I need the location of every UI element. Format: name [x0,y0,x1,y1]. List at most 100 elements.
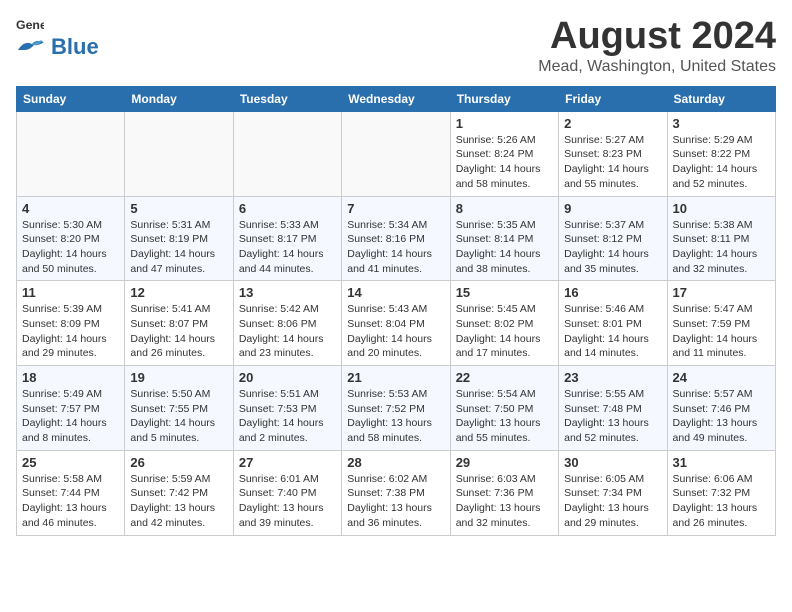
day-number: 30 [564,455,661,470]
day-number: 9 [564,201,661,216]
calendar-cell: 31 Sunrise: 6:06 AM Sunset: 7:32 PM Dayli… [667,450,775,535]
logo: General Blue [16,16,99,60]
calendar-cell: 24 Sunrise: 5:57 AM Sunset: 7:46 PM Dayli… [667,366,775,451]
day-number: 17 [673,285,770,300]
day-info: Sunrise: 5:43 AM Sunset: 8:04 PM Dayligh… [347,302,444,361]
logo-icon: General [16,16,44,34]
day-info: Sunrise: 6:03 AM Sunset: 7:36 PM Dayligh… [456,472,553,531]
calendar-cell: 18 Sunrise: 5:49 AM Sunset: 7:57 PM Dayli… [17,366,125,451]
day-number: 10 [673,201,770,216]
day-number: 18 [22,370,119,385]
day-number: 6 [239,201,336,216]
calendar-cell: 3 Sunrise: 5:29 AM Sunset: 8:22 PM Daylig… [667,111,775,196]
day-info: Sunrise: 5:49 AM Sunset: 7:57 PM Dayligh… [22,387,119,446]
day-info: Sunrise: 6:01 AM Sunset: 7:40 PM Dayligh… [239,472,336,531]
calendar-header-row: SundayMondayTuesdayWednesdayThursdayFrid… [17,86,776,111]
calendar-cell: 8Sunrise: 5:35 AM Sunset: 8:14 PM Daylig… [450,196,558,281]
day-info: Sunrise: 5:42 AM Sunset: 8:06 PM Dayligh… [239,302,336,361]
day-number: 3 [673,116,770,131]
day-info: Sunrise: 5:39 AM Sunset: 8:09 PM Dayligh… [22,302,119,361]
day-info: Sunrise: 5:51 AM Sunset: 7:53 PM Dayligh… [239,387,336,446]
day-header-sunday: Sunday [17,86,125,111]
calendar-cell: 20Sunrise: 5:51 AM Sunset: 7:53 PM Dayli… [233,366,341,451]
day-info: Sunrise: 5:27 AM Sunset: 8:23 PM Dayligh… [564,133,661,192]
day-info: Sunrise: 6:06 AM Sunset: 7:32 PM Dayligh… [673,472,770,531]
day-info: Sunrise: 5:59 AM Sunset: 7:42 PM Dayligh… [130,472,227,531]
day-info: Sunrise: 5:47 AM Sunset: 7:59 PM Dayligh… [673,302,770,361]
day-header-thursday: Thursday [450,86,558,111]
day-info: Sunrise: 5:34 AM Sunset: 8:16 PM Dayligh… [347,218,444,277]
calendar-cell: 19 Sunrise: 5:50 AM Sunset: 7:55 PM Dayli… [125,366,233,451]
day-info: Sunrise: 5:55 AM Sunset: 7:48 PM Dayligh… [564,387,661,446]
day-header-friday: Friday [559,86,667,111]
day-number: 23 [564,370,661,385]
day-number: 1 [456,116,553,131]
calendar-cell: 10 Sunrise: 5:38 AM Sunset: 8:11 PM Dayli… [667,196,775,281]
day-number: 28 [347,455,444,470]
day-number: 27 [239,455,336,470]
day-number: 2 [564,116,661,131]
day-number: 31 [673,455,770,470]
calendar-cell: 14Sunrise: 5:43 AM Sunset: 8:04 PM Dayli… [342,281,450,366]
calendar-cell: 17 Sunrise: 5:47 AM Sunset: 7:59 PM Dayli… [667,281,775,366]
day-number: 25 [22,455,119,470]
day-number: 7 [347,201,444,216]
calendar-cell: 12 Sunrise: 5:41 AM Sunset: 8:07 PM Dayli… [125,281,233,366]
calendar-cell: 4Sunrise: 5:30 AM Sunset: 8:20 PM Daylig… [17,196,125,281]
day-info: Sunrise: 5:38 AM Sunset: 8:11 PM Dayligh… [673,218,770,277]
day-info: Sunrise: 5:26 AM Sunset: 8:24 PM Dayligh… [456,133,553,192]
calendar-cell: 11 Sunrise: 5:39 AM Sunset: 8:09 PM Dayli… [17,281,125,366]
calendar-table: SundayMondayTuesdayWednesdayThursdayFrid… [16,86,776,536]
page-subtitle: Mead, Washington, United States [538,58,776,76]
day-number: 24 [673,370,770,385]
day-number: 11 [22,285,119,300]
day-info: Sunrise: 5:30 AM Sunset: 8:20 PM Dayligh… [22,218,119,277]
svg-text:General: General [16,18,44,32]
calendar-cell: 22Sunrise: 5:54 AM Sunset: 7:50 PM Dayli… [450,366,558,451]
calendar-cell: 13 Sunrise: 5:42 AM Sunset: 8:06 PM Dayli… [233,281,341,366]
day-info: Sunrise: 5:31 AM Sunset: 8:19 PM Dayligh… [130,218,227,277]
calendar-cell: 25 Sunrise: 5:58 AM Sunset: 7:44 PM Dayli… [17,450,125,535]
day-number: 12 [130,285,227,300]
day-number: 5 [130,201,227,216]
calendar-week-row: 25 Sunrise: 5:58 AM Sunset: 7:44 PM Dayli… [17,450,776,535]
calendar-cell: 7 Sunrise: 5:34 AM Sunset: 8:16 PM Daylig… [342,196,450,281]
calendar-week-row: 11 Sunrise: 5:39 AM Sunset: 8:09 PM Dayli… [17,281,776,366]
calendar-week-row: 4Sunrise: 5:30 AM Sunset: 8:20 PM Daylig… [17,196,776,281]
calendar-cell: 16Sunrise: 5:46 AM Sunset: 8:01 PM Dayli… [559,281,667,366]
day-header-saturday: Saturday [667,86,775,111]
day-header-wednesday: Wednesday [342,86,450,111]
calendar-cell: 21 Sunrise: 5:53 AM Sunset: 7:52 PM Dayli… [342,366,450,451]
day-info: Sunrise: 5:35 AM Sunset: 8:14 PM Dayligh… [456,218,553,277]
day-info: Sunrise: 5:29 AM Sunset: 8:22 PM Dayligh… [673,133,770,192]
day-number: 22 [456,370,553,385]
day-number: 15 [456,285,553,300]
day-info: Sunrise: 5:37 AM Sunset: 8:12 PM Dayligh… [564,218,661,277]
day-info: Sunrise: 5:58 AM Sunset: 7:44 PM Dayligh… [22,472,119,531]
calendar-cell: 30 Sunrise: 6:05 AM Sunset: 7:34 PM Dayli… [559,450,667,535]
logo-text: Blue [51,34,99,60]
day-number: 21 [347,370,444,385]
day-number: 16 [564,285,661,300]
calendar-cell: 6 Sunrise: 5:33 AM Sunset: 8:17 PM Daylig… [233,196,341,281]
calendar-cell: 29Sunrise: 6:03 AM Sunset: 7:36 PM Dayli… [450,450,558,535]
calendar-cell: 9 Sunrise: 5:37 AM Sunset: 8:12 PM Daylig… [559,196,667,281]
calendar-week-row: 1 Sunrise: 5:26 AM Sunset: 8:24 PM Daylig… [17,111,776,196]
title-block: August 2024 Mead, Washington, United Sta… [538,16,776,76]
day-info: Sunrise: 5:53 AM Sunset: 7:52 PM Dayligh… [347,387,444,446]
day-info: Sunrise: 5:33 AM Sunset: 8:17 PM Dayligh… [239,218,336,277]
page-header: General Blue August 2024 Mead, Washingto… [16,16,776,76]
bird-icon [16,36,48,58]
calendar-cell: 23 Sunrise: 5:55 AM Sunset: 7:48 PM Dayli… [559,366,667,451]
calendar-cell [233,111,341,196]
day-number: 19 [130,370,227,385]
day-header-tuesday: Tuesday [233,86,341,111]
calendar-cell: 1 Sunrise: 5:26 AM Sunset: 8:24 PM Daylig… [450,111,558,196]
day-number: 13 [239,285,336,300]
day-info: Sunrise: 5:57 AM Sunset: 7:46 PM Dayligh… [673,387,770,446]
calendar-cell: 26Sunrise: 5:59 AM Sunset: 7:42 PM Dayli… [125,450,233,535]
day-info: Sunrise: 5:50 AM Sunset: 7:55 PM Dayligh… [130,387,227,446]
day-info: Sunrise: 5:41 AM Sunset: 8:07 PM Dayligh… [130,302,227,361]
day-info: Sunrise: 6:05 AM Sunset: 7:34 PM Dayligh… [564,472,661,531]
calendar-cell [17,111,125,196]
